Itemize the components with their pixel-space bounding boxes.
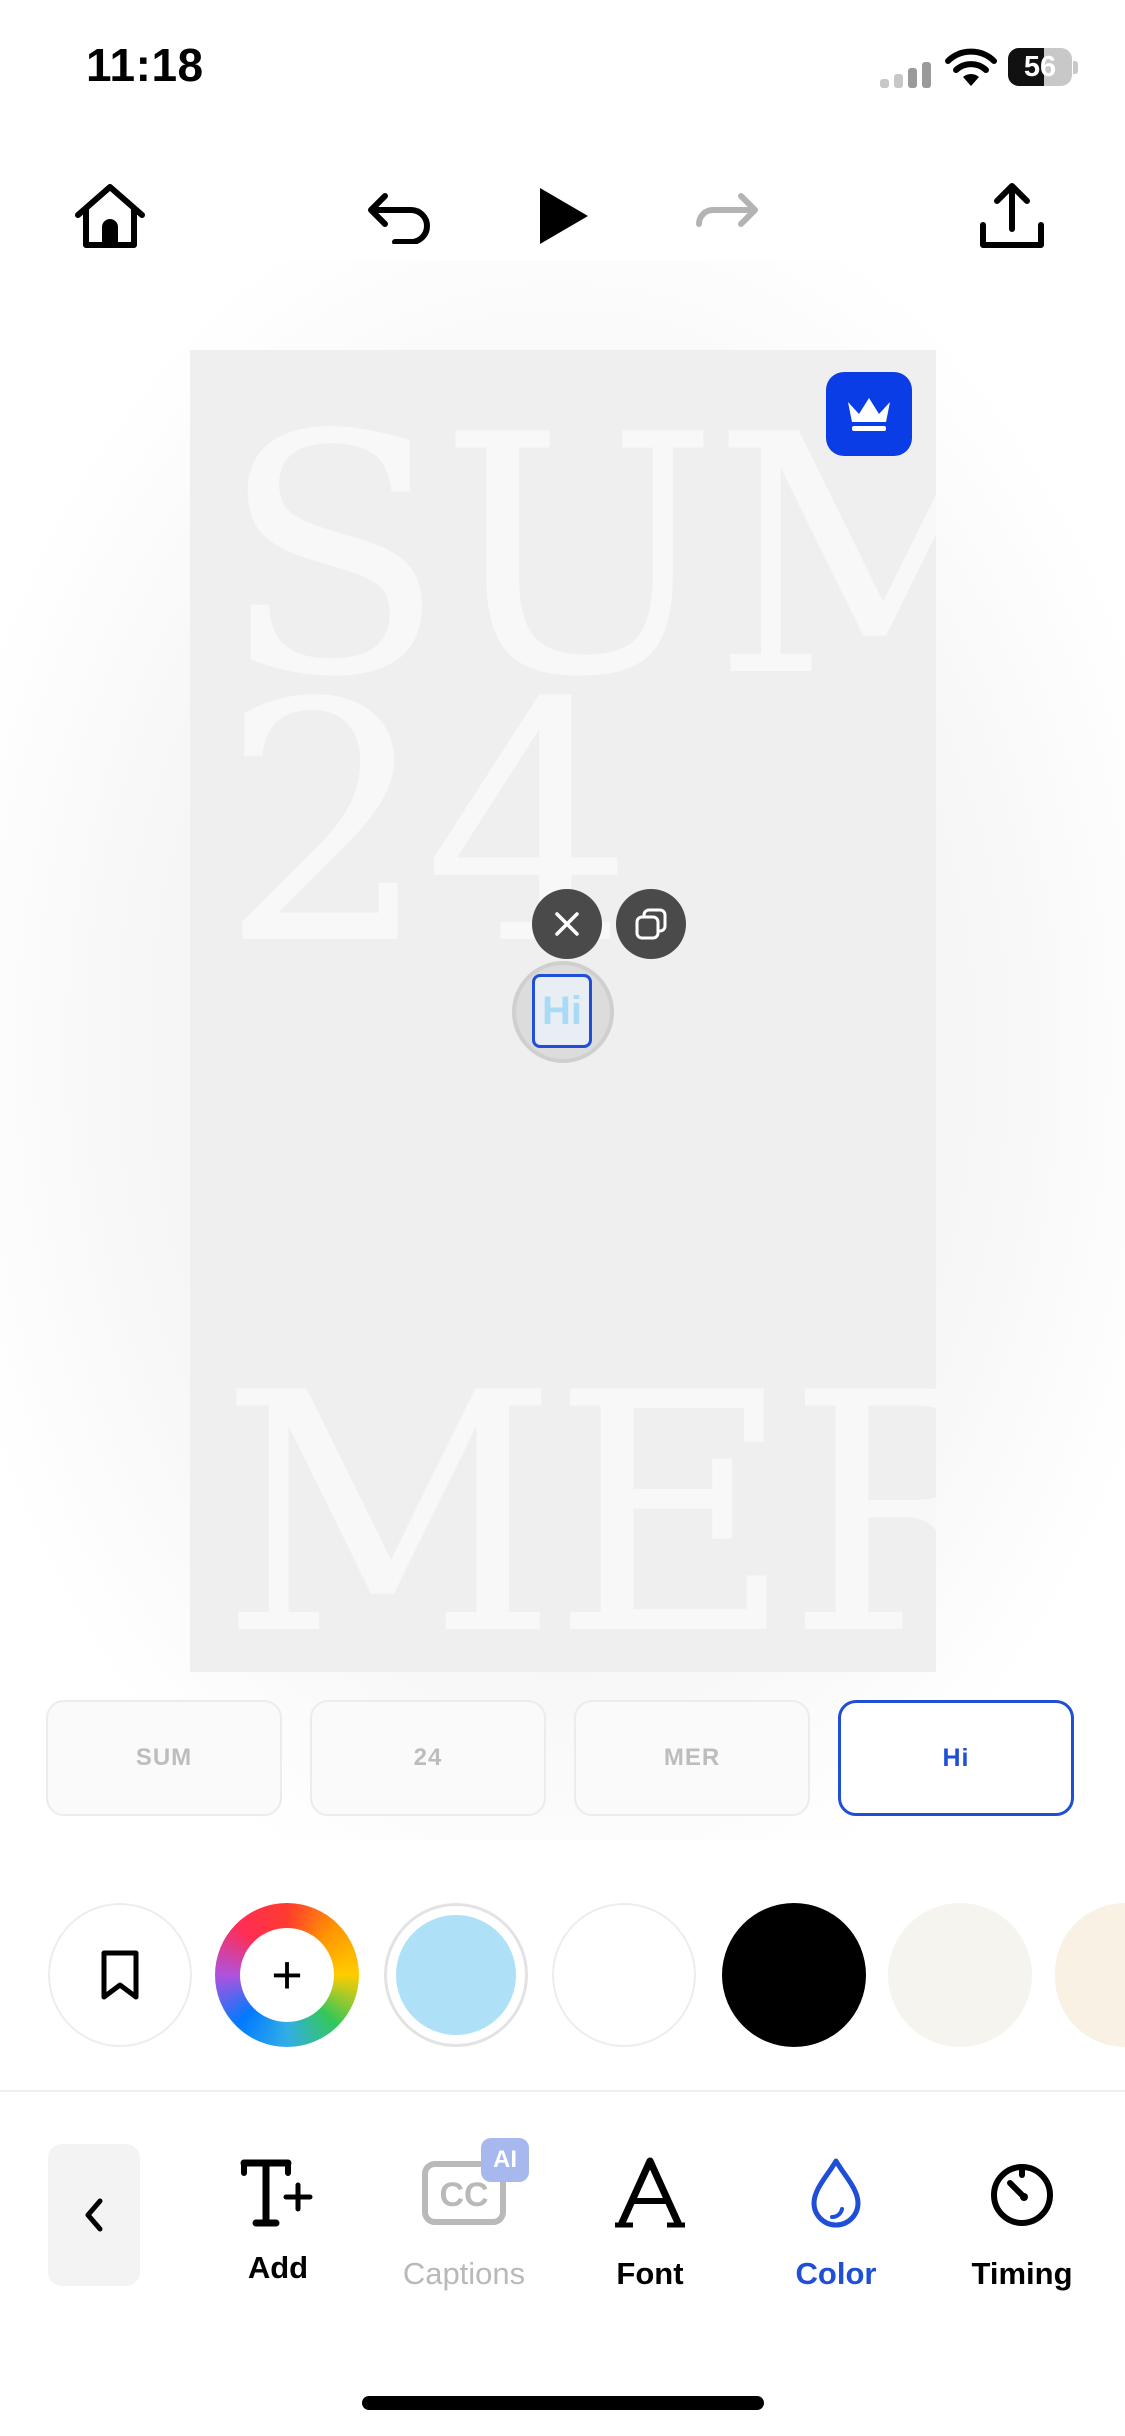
cellular-signal-icon (880, 62, 932, 88)
timer-icon (991, 2164, 1053, 2226)
layer-chip-label: SUM (135, 1744, 193, 1771)
battery-level: 56 (1023, 51, 1057, 83)
tool-add-text[interactable]: Add (198, 2150, 358, 2300)
tool-timing-label: Timing (971, 2256, 1073, 2291)
svg-text:CC: CC (439, 2176, 488, 2214)
layer-chip-24[interactable]: 24 (310, 1700, 546, 1816)
bookmark-icon (101, 1950, 139, 2000)
color-swatch-white[interactable] (552, 1903, 696, 2047)
plus-icon: + (240, 1928, 334, 2022)
color-swatch-fill (396, 1915, 516, 2035)
layer-chip-label: 24 (413, 1744, 443, 1771)
color-swatch-light-blue[interactable] (384, 1903, 528, 2047)
layer-chip-sum[interactable]: SUM (46, 1700, 282, 1816)
collapse-toolbar-button[interactable] (48, 2144, 140, 2286)
close-icon (555, 912, 579, 936)
duplicate-icon (635, 908, 667, 940)
layer-chip-label: MER (663, 1744, 721, 1771)
selected-text-layer-text: Hi (542, 988, 582, 1033)
layer-chip-label: Hi (942, 1743, 970, 1772)
tool-font-label: Font (616, 2256, 684, 2291)
selected-text-layer[interactable]: Hi (532, 974, 592, 1048)
canvas-text-mer[interactable]: MER (220, 1350, 936, 1672)
color-drop-icon (811, 2158, 861, 2228)
saved-colors-button[interactable] (48, 1903, 192, 2047)
add-text-icon (240, 2159, 313, 2227)
home-button[interactable] (70, 176, 150, 256)
play-button[interactable] (522, 176, 602, 256)
crown-icon (848, 398, 890, 431)
chevron-left-icon (85, 2198, 103, 2232)
export-button[interactable] (972, 176, 1052, 256)
tool-font[interactable]: Font (570, 2150, 730, 2300)
wifi-icon (944, 48, 998, 88)
premium-crown-button[interactable] (826, 372, 912, 456)
tool-add-label: Add (247, 2250, 309, 2285)
layer-chip-mer[interactable]: MER (574, 1700, 810, 1816)
color-swatch-off-white[interactable] (888, 1903, 1032, 2047)
tool-captions[interactable]: CC AI Captions (384, 2138, 544, 2300)
home-indicator[interactable] (362, 2396, 764, 2410)
redo-button[interactable] (686, 176, 766, 256)
tool-timing[interactable]: Timing (942, 2150, 1102, 2300)
add-custom-color-button[interactable]: + (215, 1903, 359, 2047)
layer-chip-hi[interactable]: Hi (838, 1700, 1074, 1816)
redo-icon (696, 193, 758, 227)
tool-color[interactable]: Color (756, 2150, 916, 2300)
undo-icon (368, 193, 430, 244)
status-time: 11:18 (86, 39, 204, 91)
tool-captions-label: Captions (402, 2256, 526, 2291)
share-upload-icon (980, 183, 1044, 248)
ai-badge: AI (481, 2138, 529, 2182)
delete-layer-button[interactable] (532, 889, 602, 959)
tool-color-label: Color (795, 2256, 877, 2291)
undo-button[interactable] (360, 176, 440, 256)
play-icon (540, 188, 588, 244)
duplicate-layer-button[interactable] (616, 889, 686, 959)
color-swatch-black[interactable] (722, 1903, 866, 2047)
font-icon (615, 2157, 685, 2228)
home-icon (75, 184, 145, 248)
battery-icon: 56 (1008, 48, 1078, 86)
